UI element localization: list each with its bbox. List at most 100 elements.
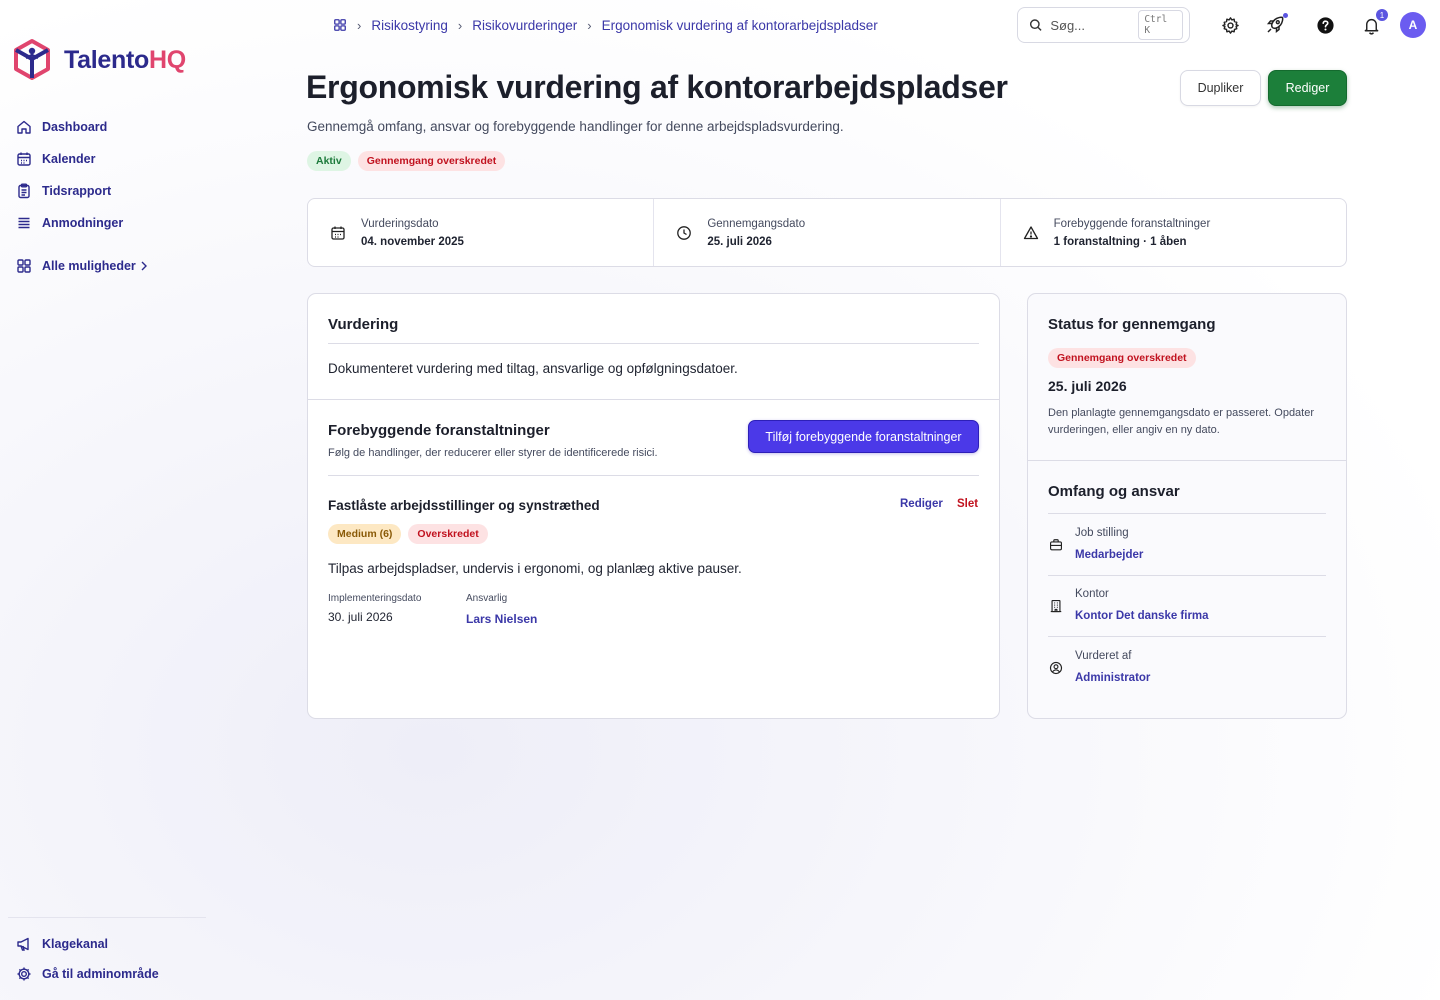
rocket-icon xyxy=(1266,16,1284,34)
sidebar-item-klagekanal[interactable]: Klagekanal xyxy=(16,929,159,959)
scope-label: Kontor xyxy=(1075,588,1109,600)
sidebar-nav: Dashboard Kalender Tidsrapport Anmodning… xyxy=(16,111,148,282)
search-icon xyxy=(1029,19,1042,31)
breadcrumb-current: Ergonomisk vurdering af kontorarbejdspla… xyxy=(601,17,878,33)
stat-label: Gennemgangsdato xyxy=(707,217,806,230)
scope-row-job: Job stilling Medarbejder xyxy=(1048,513,1326,575)
duplicate-button[interactable]: Dupliker xyxy=(1180,70,1261,106)
sidebar-divider xyxy=(8,917,206,918)
grid-icon xyxy=(17,259,31,273)
measure-description: Tilpas arbejdspladser, undervis i ergono… xyxy=(328,561,742,576)
home-icon xyxy=(17,120,31,134)
sidebar-item-dashboard[interactable]: Dashboard xyxy=(16,111,148,143)
page-title: Ergonomisk vurdering af kontorarbejdspla… xyxy=(306,69,1008,105)
user-circle-icon xyxy=(1049,661,1063,674)
divider xyxy=(328,475,979,476)
stat-review-date: Gennemgangsdato 25. juli 2026 xyxy=(654,199,1001,266)
stat-label: Forebyggende foranstaltninger xyxy=(1053,217,1211,230)
review-overdue-badge: Gennemgang overskredet xyxy=(1048,348,1196,368)
scope-value-link[interactable]: Kontor Det danske firma xyxy=(1075,610,1209,622)
responsible-link[interactable]: Lars Nielsen xyxy=(466,612,537,626)
sidebar-item-label: Tidsrapport xyxy=(42,184,112,198)
implementation-date-value: 30. juli 2026 xyxy=(328,610,393,624)
scope-row-office: Kontor Kontor Det danske firma xyxy=(1048,575,1326,636)
sidebar: TalentoHQ Dashboard Kalender Tidsrapport… xyxy=(0,0,215,1000)
breadcrumb-separator: › xyxy=(457,17,463,33)
status-badge-overdue: Gennemgang overskredet xyxy=(357,151,506,171)
sidebar-item-label: Kalender xyxy=(42,152,96,166)
settings-button[interactable] xyxy=(1219,14,1241,36)
breadcrumb-separator: › xyxy=(357,17,362,33)
breadcrumb-risikovurderinger[interactable]: Risikovurderinger xyxy=(472,18,577,33)
scope-value-link[interactable]: Administrator xyxy=(1075,672,1150,684)
gear-icon xyxy=(17,967,31,981)
sidebar-item-label: Gå til adminområde xyxy=(42,967,159,981)
stat-value: 1 foranstaltning · 1 åben xyxy=(1053,235,1187,248)
notification-count: 1 xyxy=(1376,9,1388,21)
preventive-title: Forebyggende foranstaltninger xyxy=(328,422,550,439)
scope-title: Omfang og ansvar xyxy=(1048,483,1180,500)
preventive-subtitle: Følg de handlinger, der reducerer eller … xyxy=(328,447,658,459)
review-status-card: Status for gennemgang Gennemgang overskr… xyxy=(1027,293,1347,719)
stat-assessment-date: Vurderingsdato 04. november 2025 xyxy=(308,199,655,266)
chevron-right-icon xyxy=(141,261,147,271)
risk-level-badge: Medium (6) xyxy=(328,524,402,544)
list-icon xyxy=(18,217,30,229)
measure-title: Fastlåste arbejdsstillinger og synstræth… xyxy=(328,498,600,513)
cube-logo-icon xyxy=(14,39,50,80)
scope-label: Job stilling xyxy=(1075,526,1129,539)
sidebar-item-label: Klagekanal xyxy=(42,937,109,951)
assessment-title: Vurdering xyxy=(328,316,399,333)
stat-value: 25. juli 2026 xyxy=(707,235,772,248)
avatar[interactable]: A xyxy=(1400,12,1426,38)
notifications-button[interactable]: 1 xyxy=(1360,9,1388,36)
brand-logo[interactable]: TalentoHQ xyxy=(12,38,186,82)
stat-value: 04. november 2025 xyxy=(361,235,464,248)
warning-icon xyxy=(1023,225,1038,239)
measure-edit-link[interactable]: Rediger xyxy=(900,498,943,510)
sidebar-item-label: Anmodninger xyxy=(42,216,124,230)
stat-label: Vurderingsdato xyxy=(361,217,439,230)
add-preventive-measure-button[interactable]: Tilføj forebyggende foranstaltninger xyxy=(748,420,979,453)
megaphone-icon xyxy=(17,937,29,951)
sidebar-item-label: Dashboard xyxy=(42,120,108,134)
review-status-title: Status for gennemgang xyxy=(1048,316,1216,333)
status-badge-active: Aktiv xyxy=(307,151,351,171)
calendar-icon xyxy=(331,226,345,240)
breadcrumb: › Risikostyring › Risikovurderinger › Er… xyxy=(333,16,878,34)
edit-button[interactable]: Rediger xyxy=(1268,70,1347,106)
sidebar-item-alle-muligheder[interactable]: Alle muligheder xyxy=(16,250,148,282)
gear-icon xyxy=(1221,16,1239,34)
review-note: Den planlagte gennemgangsdato er passere… xyxy=(1048,407,1315,436)
page-subtitle: Gennemgå omfang, ansvar og forebyggende … xyxy=(307,119,844,134)
measure-badges: Medium (6) Overskredet xyxy=(328,524,488,544)
whats-new-button[interactable] xyxy=(1264,13,1288,36)
calendar-icon xyxy=(17,152,31,166)
divider xyxy=(328,343,979,344)
sidebar-item-tidsrapport[interactable]: Tidsrapport xyxy=(16,175,148,207)
sidebar-footer: Klagekanal Gå til adminområde xyxy=(16,929,159,989)
help-button[interactable] xyxy=(1314,14,1336,36)
grid-icon[interactable] xyxy=(333,18,347,32)
scope-value-link[interactable]: Medarbejder xyxy=(1075,549,1143,561)
search-input[interactable] xyxy=(1050,17,1131,33)
responsible-person: Ansvarlig Lars Nielsen xyxy=(466,593,537,628)
breadcrumb-risikostyring[interactable]: Risikostyring xyxy=(371,18,448,33)
briefcase-icon xyxy=(1050,538,1062,550)
divider xyxy=(1028,460,1346,461)
stat-preventive-measures: Forebyggende foranstaltninger 1 foransta… xyxy=(1001,199,1346,266)
search-box[interactable]: Ctrl K xyxy=(1017,7,1190,43)
sidebar-item-kalender[interactable]: Kalender xyxy=(16,143,148,175)
measure-delete-link[interactable]: Slet xyxy=(957,498,978,510)
clipboard-icon xyxy=(18,183,30,199)
clock-icon xyxy=(677,225,692,240)
sidebar-item-label: Alle muligheder xyxy=(42,259,136,273)
sidebar-item-anmodninger[interactable]: Anmodninger xyxy=(16,207,148,239)
divider xyxy=(308,399,999,400)
assessment-card: Vurdering Dokumenteret vurdering med til… xyxy=(307,293,1000,719)
sidebar-item-admin[interactable]: Gå til adminområde xyxy=(16,959,159,989)
help-icon xyxy=(1316,16,1334,34)
overdue-badge: Overskredet xyxy=(408,524,488,544)
implementation-date-label: Implementeringsdato xyxy=(328,593,422,604)
building-icon xyxy=(1050,600,1062,613)
